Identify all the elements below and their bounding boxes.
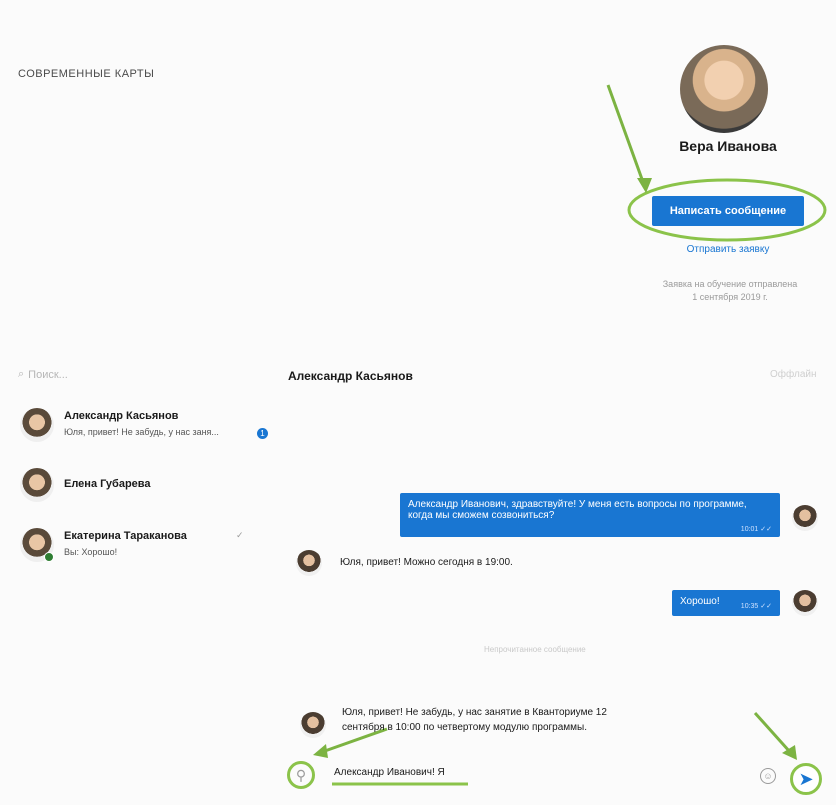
contact-item[interactable]: Елена Губарева (18, 466, 263, 510)
request-note-line2: 1 сентября 2019 г. (692, 292, 768, 302)
avatar (20, 408, 54, 442)
message-outgoing: Хорошо! 10:35 ✓✓ (672, 590, 780, 616)
request-note-line1: Заявка на обучение отправлена (662, 279, 798, 289)
annotation-arrow-attach-head (313, 744, 328, 758)
message-input[interactable] (334, 767, 534, 778)
search-icon: ⌕ (18, 368, 25, 380)
section-title: СОВРЕМЕННЫЕ КАРТЫ (18, 68, 155, 80)
message-time: 10:35 ✓✓ (740, 603, 772, 610)
contact-last-message: Юля, привет! Не забудь, у нас заня... (64, 427, 219, 437)
send-arrow-icon: ➤ (798, 768, 814, 789)
contact-name: Александр Касьянов (64, 410, 179, 422)
contact-name: Екатерина Тараканова (64, 530, 187, 542)
request-note: Заявка на обучение отправлена 1 сентября… (640, 278, 820, 304)
contact-last-message: Вы: Хорошо! (64, 547, 118, 557)
sender-avatar (300, 712, 326, 738)
search-placeholder: Поиск... (28, 368, 68, 381)
contact-name: Елена Губарева (64, 478, 151, 490)
message-incoming: Юля, привет! Можно сегодня в 19:00. (340, 557, 513, 568)
message-line2: сентября в 10:00 по четвертому модулю пр… (342, 722, 587, 733)
annotation-arrow-top (606, 84, 645, 183)
contact-item[interactable]: Екатерина Тараканова ✓ Вы: Хорошо! (18, 526, 263, 570)
message-text: Хорошо! (680, 596, 720, 607)
message-text: Александр Иванович, здравствуйте! У меня… (408, 499, 747, 521)
search-box[interactable]: ⌕ Поиск... (18, 368, 68, 381)
write-message-button[interactable]: Написать сообщение (652, 196, 804, 226)
message-incoming: Юля, привет! Не забудь, у нас занятие в … (342, 705, 607, 735)
send-button[interactable]: ➤ (790, 763, 822, 795)
read-check-icon: ✓ (236, 530, 244, 540)
message-outgoing: Александр Иванович, здравствуйте! У меня… (400, 493, 780, 537)
message-line1: Юля, привет! Не забудь, у нас занятие в … (342, 707, 607, 718)
message-time: 10:01 ✓✓ (740, 526, 772, 533)
profile-name: Вера Иванова (679, 138, 777, 154)
attach-button[interactable]: ⚲ (287, 761, 315, 789)
smiley-icon[interactable]: ☺ (760, 768, 776, 784)
paperclip-icon: ⚲ (295, 766, 307, 783)
unread-badge: 1 (257, 428, 268, 439)
online-status-dot (44, 552, 54, 562)
chat-title: Александр Касьянов (288, 369, 413, 383)
my-avatar (792, 590, 818, 616)
unread-separator: Непрочитанное сообщение (484, 645, 586, 654)
sender-avatar (296, 550, 322, 576)
chat-status: Оффлайн (770, 369, 817, 380)
my-avatar (792, 505, 818, 531)
avatar (20, 468, 54, 502)
contact-item[interactable]: Александр Касьянов Юля, привет! Не забуд… (18, 406, 268, 450)
profile-avatar (680, 45, 768, 133)
annotation-arrow-send (753, 711, 792, 754)
send-request-link[interactable]: Отправить заявку (664, 244, 792, 255)
